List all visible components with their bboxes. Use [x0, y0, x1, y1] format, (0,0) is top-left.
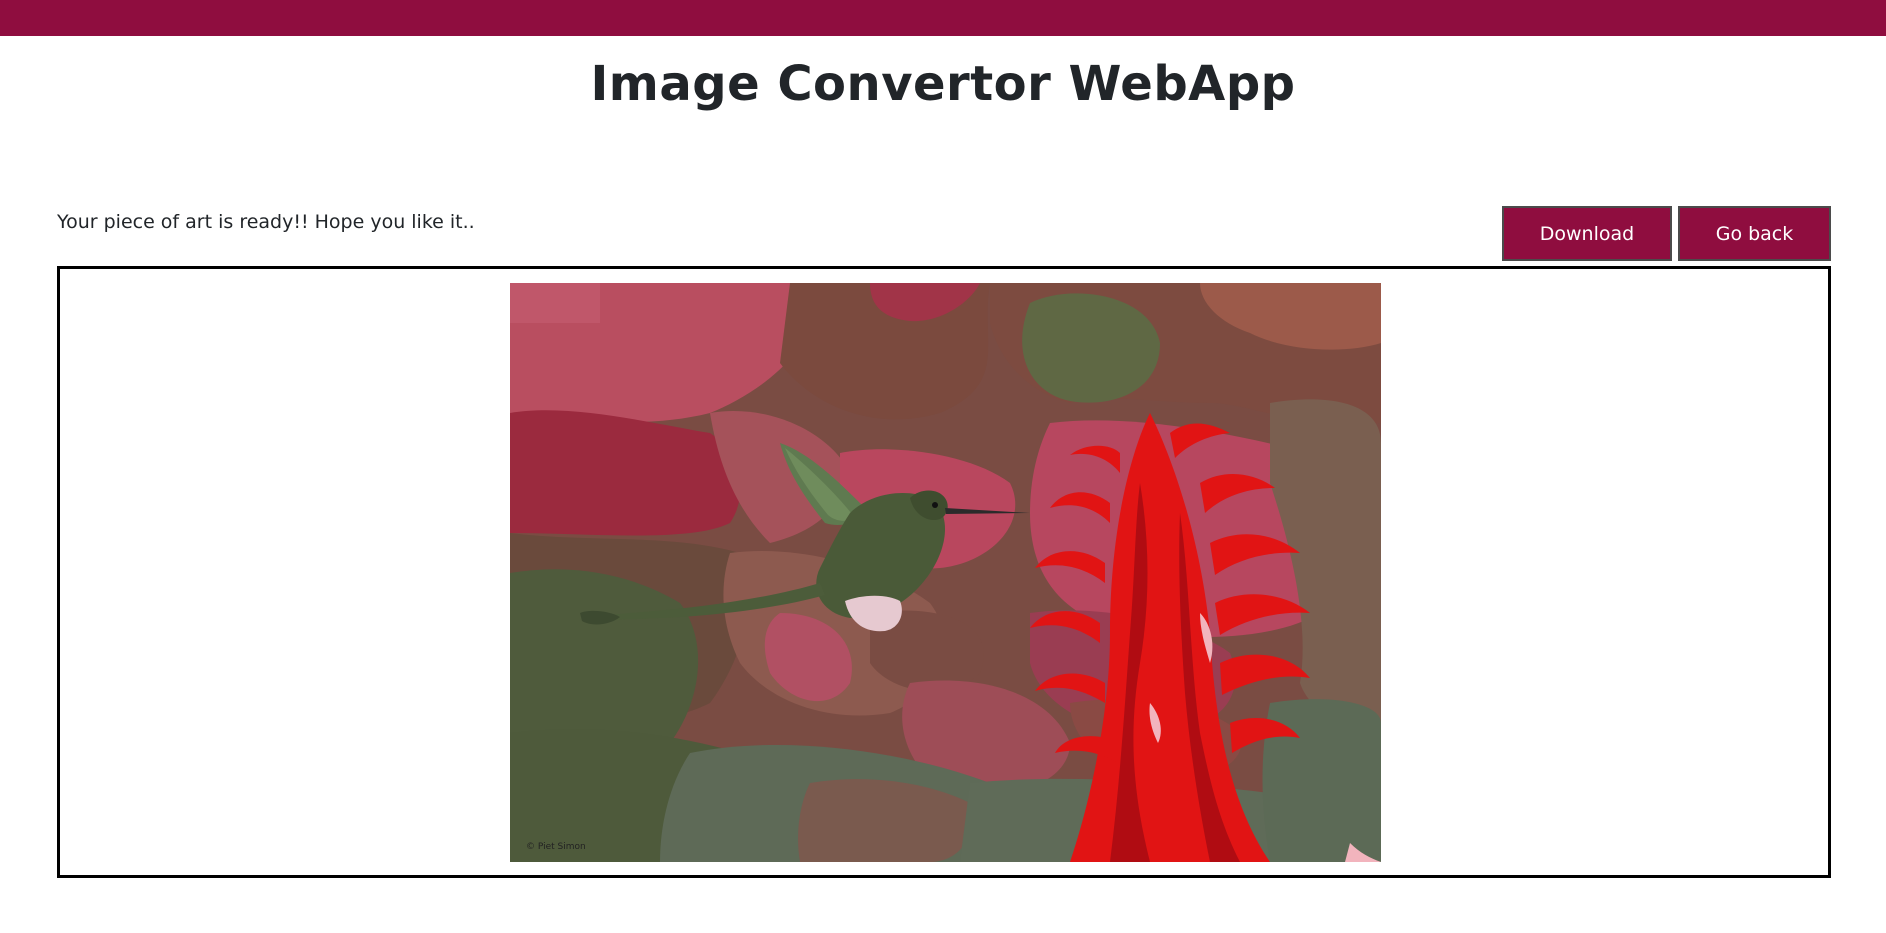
go-back-button[interactable]: Go back — [1678, 206, 1831, 261]
image-credit: © Piet Simon — [526, 842, 586, 852]
result-message: Your piece of art is ready!! Hope you li… — [57, 211, 475, 233]
download-button[interactable]: Download — [1502, 206, 1672, 261]
top-accent-bar — [0, 0, 1886, 36]
converted-image: © Piet Simon — [510, 283, 1381, 862]
converted-image-art — [510, 283, 1381, 862]
result-image-frame: © Piet Simon — [57, 266, 1831, 878]
page-title: Image Convertor WebApp — [590, 56, 1296, 112]
